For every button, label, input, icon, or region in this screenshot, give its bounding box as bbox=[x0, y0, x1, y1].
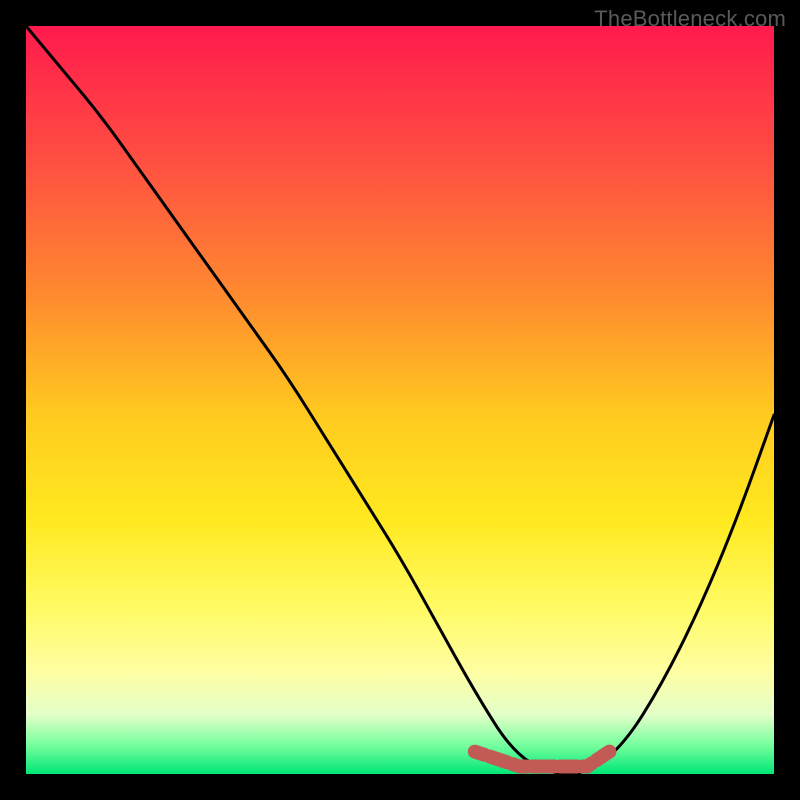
plot-area bbox=[26, 26, 774, 774]
bottleneck-curve bbox=[26, 26, 774, 774]
optimal-band-dots bbox=[475, 752, 610, 767]
watermark-label: TheBottleneck.com bbox=[594, 6, 786, 32]
curve-layer bbox=[26, 26, 774, 774]
chart-container: TheBottleneck.com bbox=[0, 0, 800, 800]
